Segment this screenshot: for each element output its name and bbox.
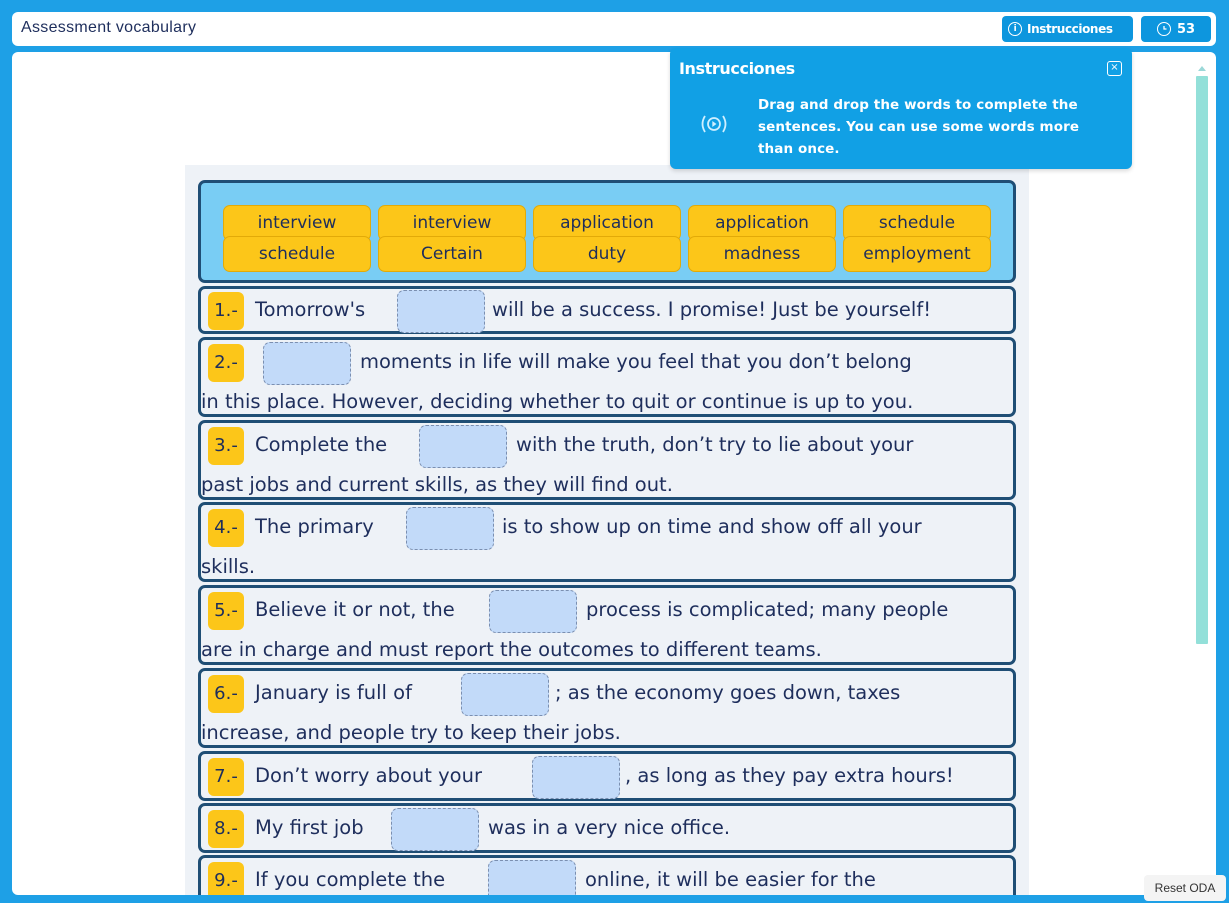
question-number: 9.- xyxy=(208,862,244,895)
scrollbar[interactable] xyxy=(1196,62,1208,892)
question-item: 9.- If you complete the online, it will … xyxy=(198,855,1016,895)
question-text-before: My first job xyxy=(255,816,364,839)
drop-zone[interactable] xyxy=(391,808,479,851)
word-chip[interactable]: madness xyxy=(688,236,836,272)
word-chip[interactable]: schedule xyxy=(223,236,371,272)
drop-zone[interactable] xyxy=(397,290,485,333)
question-number: 1.- xyxy=(208,292,244,330)
instructions-button[interactable]: i Instrucciones xyxy=(1002,16,1133,42)
question-text-after: was in a very nice office. xyxy=(488,816,731,839)
scroll-up-arrow-icon[interactable] xyxy=(1198,66,1206,71)
info-icon: i xyxy=(1008,22,1022,36)
question-text-before: Believe it or not, the xyxy=(255,598,455,621)
question-number: 8.- xyxy=(208,810,244,848)
question-text-after: moments in life will make you feel that … xyxy=(360,350,912,373)
close-icon[interactable]: × xyxy=(1107,61,1122,76)
question-text-after: ; as the economy goes down, taxes xyxy=(555,681,901,704)
question-number: 7.- xyxy=(208,758,244,796)
question-text-after: process is complicated; many people xyxy=(586,598,949,621)
question-item: 1.- Tomorrow's will be a success. I prom… xyxy=(198,286,1016,334)
question-text-line2: are in charge and must report the outcom… xyxy=(201,638,822,661)
question-item: 2.- moments in life will make you feel t… xyxy=(198,337,1016,417)
drop-zone[interactable] xyxy=(488,860,576,895)
question-number: 6.- xyxy=(208,675,244,713)
word-chip[interactable]: Certain xyxy=(378,236,526,272)
question-item: 7.- Don’t worry about your , as long as … xyxy=(198,751,1016,801)
question-number: 3.- xyxy=(208,427,244,465)
exercise-panel: interview interview application applicat… xyxy=(185,165,1029,895)
question-item: 6.- January is full of ; as the economy … xyxy=(198,668,1016,748)
word-bank: interview interview application applicat… xyxy=(198,180,1016,283)
question-text-before: If you complete the xyxy=(255,868,446,891)
question-text-before: Complete the xyxy=(255,433,388,456)
reset-button[interactable]: Reset ODA xyxy=(1144,875,1226,901)
question-text-line2: past jobs and current skills, as they wi… xyxy=(201,473,673,496)
word-chip[interactable]: duty xyxy=(533,236,681,272)
question-text-after: with the truth, don’t try to lie about y… xyxy=(516,433,914,456)
question-item: 8.- My first job was in a very nice offi… xyxy=(198,803,1016,853)
popup-instructions-text: Drag and drop the words to complete the … xyxy=(758,97,1080,157)
question-text-after: is to show up on time and show off all y… xyxy=(502,515,922,538)
question-text-after: , as long as they pay extra hours! xyxy=(625,764,954,787)
drop-zone[interactable] xyxy=(419,425,507,468)
audio-play-icon[interactable] xyxy=(698,108,730,140)
question-text-before: The primary xyxy=(255,515,374,538)
question-text-before: Don’t worry about your xyxy=(255,764,482,787)
question-text-line2: in this place. However, deciding whether… xyxy=(201,390,914,413)
question-text-after: will be a success. I promise! Just be yo… xyxy=(492,298,932,321)
timer-badge: 53 xyxy=(1141,16,1211,42)
question-item: 5.- Believe it or not, the process is co… xyxy=(198,585,1016,665)
timer-value: 53 xyxy=(1176,21,1196,37)
question-text-line2: increase, and people try to keep their j… xyxy=(201,721,621,744)
drop-zone[interactable] xyxy=(406,507,494,550)
drop-zone[interactable] xyxy=(263,342,351,385)
scrollbar-thumb[interactable] xyxy=(1196,76,1208,644)
question-text-before: January is full of xyxy=(255,681,412,704)
question-number: 5.- xyxy=(208,592,244,630)
drop-zone[interactable] xyxy=(532,756,620,799)
drop-zone[interactable] xyxy=(489,590,577,633)
activity-content: interview interview application applicat… xyxy=(12,52,1216,895)
question-number: 4.- xyxy=(208,509,244,547)
question-text-before: Tomorrow's xyxy=(255,298,366,321)
drop-zone[interactable] xyxy=(461,673,549,716)
question-number: 2.- xyxy=(208,344,244,382)
question-item: 3.- Complete the with the truth, don’t t… xyxy=(198,420,1016,500)
clock-icon xyxy=(1156,22,1171,36)
instructions-button-label: Instrucciones xyxy=(1027,22,1113,36)
question-item: 4.- The primary is to show up on time an… xyxy=(198,502,1016,582)
question-text-line2: skills. xyxy=(201,555,256,578)
popup-title: Instrucciones xyxy=(679,59,795,78)
word-chip[interactable]: employment xyxy=(843,236,991,272)
header-bar: Assessment vocabulary i Instrucciones 53 xyxy=(12,12,1216,46)
question-text-after: online, it will be easier for the xyxy=(585,868,876,891)
instructions-popup: Instrucciones × Drag and drop the words … xyxy=(670,48,1132,169)
app-title: Assessment vocabulary xyxy=(21,19,197,36)
